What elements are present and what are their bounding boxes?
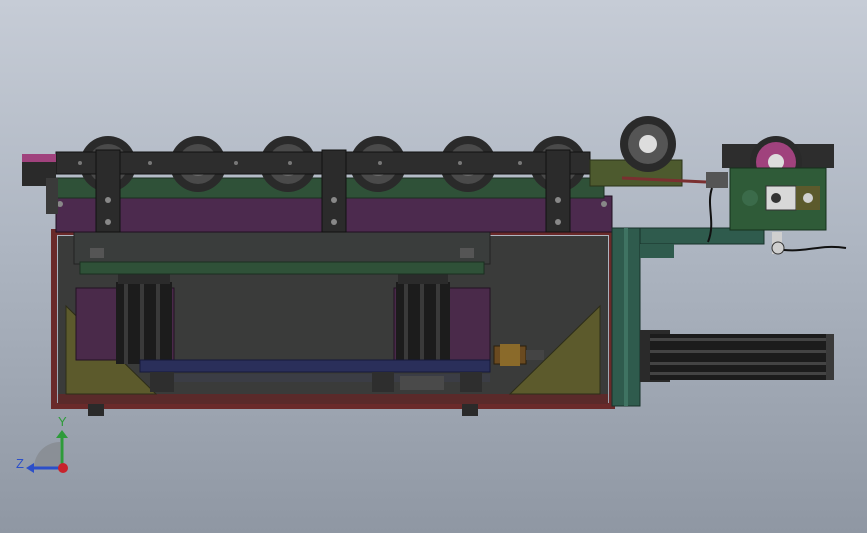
orientation-triad[interactable]: Y Z [16,414,68,473]
lift-table-top [73,231,491,265]
triad-z-label: Z [16,456,24,471]
right-post-line [624,228,628,406]
slide-bracket-left [150,372,174,392]
x-axis-icon [58,463,68,473]
left-lift-cylinder [116,274,172,364]
slide-bracket-right [460,372,482,392]
triad-y-label: Y [58,414,67,429]
slide-bracket-mid [372,372,394,392]
triad-disc-icon [34,442,60,468]
main-drive-cylinder [640,330,834,382]
z-arrow-icon [26,463,34,473]
lift-table-bolt-right [460,248,474,258]
lift-table-bolt-left [90,248,104,258]
chute-wheel [620,116,676,172]
bottom-rail [58,394,608,404]
right-post-bracket [640,244,674,258]
right-foot [462,404,478,416]
y-arrow-icon [56,430,68,438]
left-foot [88,404,104,416]
machine-assembly [22,116,847,416]
lower-slide-rail [139,359,491,373]
lift-table-green [79,261,485,275]
cad-viewport[interactable]: Y Z [0,0,867,533]
slide-carriage [400,376,444,390]
left-end-magenta [22,154,56,162]
left-end-stub [46,178,58,214]
right-lift-cylinder [396,274,450,364]
